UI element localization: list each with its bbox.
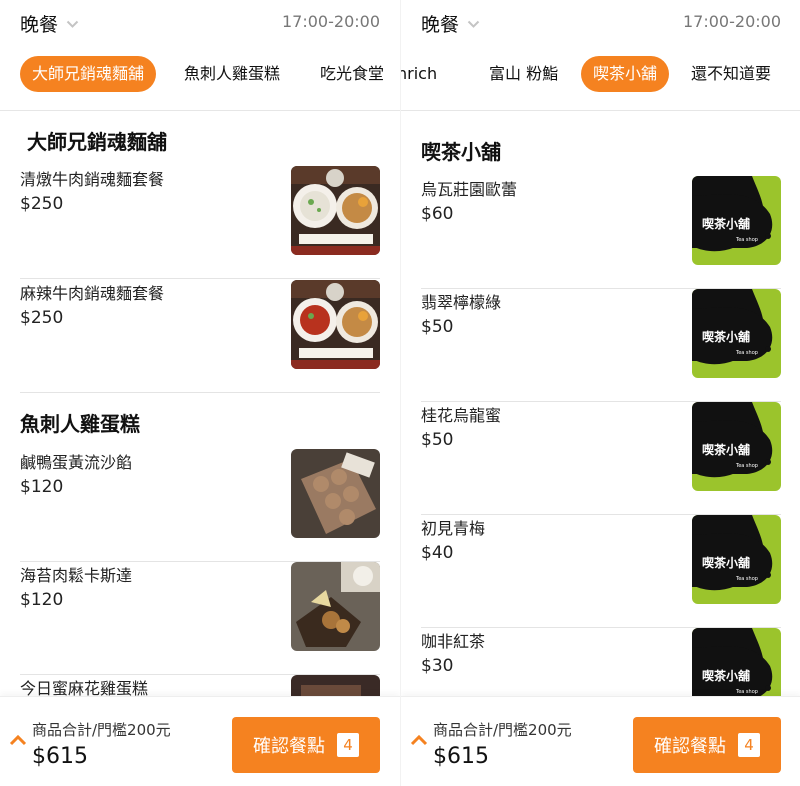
menu-list[interactable]: 大師兄銷魂麵舖 清燉牛肉銷魂麵套餐 $250 麻辣牛肉銷魂麵套餐 $250 魚刺… (0, 112, 400, 696)
svg-text:喫茶小舖: 喫茶小舖 (702, 329, 750, 344)
menu-item[interactable]: 鹹鴨蛋黃流沙餡 $120 (20, 449, 380, 562)
svg-text:喫茶小舖: 喫茶小舖 (702, 216, 750, 231)
tab-yucireng[interactable]: 魚刺人雞蛋糕 (184, 56, 280, 92)
time-range: 17:00-20:00 (683, 12, 781, 31)
item-name: 翡翠檸檬綠 (421, 293, 502, 312)
item-name: 桂花烏龍蜜 (421, 406, 502, 425)
item-count-badge: 4 (738, 733, 760, 757)
order-total: $615 (32, 744, 88, 769)
spicy-beef-noodle-set-photo (291, 280, 380, 369)
svg-text:Tea shop: Tea shop (735, 237, 758, 243)
menu-item[interactable]: 咖非紅茶 $30 喫茶小舖 Tea shop (421, 628, 781, 696)
meal-selector[interactable]: 晚餐 (421, 10, 480, 37)
svg-text:Tea shop: Tea shop (735, 463, 758, 469)
svg-text:Tea shop: Tea shop (735, 576, 758, 582)
item-price: $30 (421, 656, 454, 676)
item-price: $50 (421, 317, 454, 337)
item-price: $250 (20, 194, 64, 214)
tea-shop-logo: 喫茶小舖 Tea shop (692, 402, 781, 491)
chevron-down-icon (467, 20, 480, 28)
item-name: 麻辣牛肉銷魂麵套餐 (20, 284, 165, 303)
tabs-divider (401, 110, 800, 111)
item-price: $120 (20, 477, 64, 497)
tab-tea-shop[interactable]: 喫茶小舖 (581, 56, 670, 92)
vendor-tabs: nrich 富山 粉鮨 喫茶小舖 還不知道要 (401, 56, 800, 92)
tab-chiguang[interactable]: 吃光食堂 (320, 56, 384, 92)
item-price: $250 (20, 308, 64, 328)
svg-text:喫茶小舖: 喫茶小舖 (702, 668, 750, 683)
menu-item[interactable]: 麻辣牛肉銷魂麵套餐 $250 (20, 280, 380, 393)
tea-shop-logo: 喫茶小舖 Tea shop (692, 176, 781, 265)
item-price: $40 (421, 543, 454, 563)
egg-waffle-photo (291, 449, 380, 538)
item-price: $50 (421, 430, 454, 450)
subtotal-label: 商品合計/門檻200元 (32, 721, 171, 739)
menu-list[interactable]: 喫茶小舖 烏瓦莊園歐蕾 $60 喫茶小舖 Tea shop 翡翠檸檬綠 $50 喫… (401, 112, 800, 696)
menu-item[interactable]: 翡翠檸檬綠 $50 喫茶小舖 Tea shop (421, 289, 781, 402)
confirm-label: 確認餐點 (253, 736, 325, 757)
chevron-down-icon (66, 20, 79, 28)
confirm-order-button[interactable]: 確認餐點 4 (633, 717, 781, 773)
meal-label: 晚餐 (421, 14, 460, 36)
item-name: 今日蜜麻花雞蛋糕 (20, 679, 149, 696)
meal-label: 晚餐 (20, 14, 59, 36)
top-bar: 晚餐 17:00-20:00 (401, 0, 800, 44)
vendor-tabs: 大師兄銷魂麵舖 魚刺人雞蛋糕 吃光食堂 (0, 56, 400, 92)
item-name: 初見青梅 (421, 519, 486, 538)
svg-text:Tea shop: Tea shop (735, 689, 758, 695)
chevron-up-icon[interactable] (410, 734, 428, 746)
section-title: 喫茶小舖 (421, 140, 501, 164)
top-bar: 晚餐 17:00-20:00 (0, 0, 400, 44)
tab-fushan[interactable]: 富山 粉鮨 (489, 56, 558, 92)
svg-text:喫茶小舖: 喫茶小舖 (702, 442, 750, 457)
menu-item[interactable]: 桂花烏龍蜜 $50 喫茶小舖 Tea shop (421, 402, 781, 515)
order-total: $615 (433, 744, 489, 769)
section-title: 大師兄銷魂麵舖 (27, 130, 167, 154)
item-price: $60 (421, 204, 454, 224)
confirm-order-button[interactable]: 確認餐點 4 (232, 717, 380, 773)
svg-text:Tea shop: Tea shop (735, 350, 758, 356)
menu-item[interactable]: 烏瓦莊園歐蕾 $60 喫茶小舖 Tea shop (421, 176, 781, 289)
chevron-up-icon[interactable] (9, 734, 27, 746)
item-name: 鹹鴨蛋黃流沙餡 (20, 453, 133, 472)
order-footer: 商品合計/門檻200元 $615 確認餐點 4 (0, 696, 400, 786)
menu-item[interactable]: 清燉牛肉銷魂麵套餐 $250 (20, 166, 380, 279)
tea-shop-logo: 喫茶小舖 Tea shop (692, 289, 781, 378)
tab-dashixiong[interactable]: 大師兄銷魂麵舖 (20, 56, 157, 92)
item-name: 海苔肉鬆卡斯達 (20, 566, 133, 585)
tabs-divider (0, 110, 400, 111)
menu-panel-right: 晚餐 17:00-20:00 nrich 富山 粉鮨 喫茶小舖 還不知道要 喫茶… (400, 0, 800, 786)
subtotal-label: 商品合計/門檻200元 (433, 721, 572, 739)
tab-undecided[interactable]: 還不知道要 (691, 56, 771, 92)
meal-selector[interactable]: 晚餐 (20, 10, 79, 37)
order-footer: 商品合計/門檻200元 $615 確認餐點 4 (401, 696, 800, 786)
time-range: 17:00-20:00 (282, 12, 380, 31)
tea-shop-logo: 喫茶小舖 Tea shop (692, 515, 781, 604)
tab-nrich[interactable]: nrich (401, 56, 437, 92)
item-price: $120 (20, 590, 64, 610)
honey-twist-cake-photo (291, 675, 380, 696)
clear-broth-noodle-set-photo (291, 166, 380, 255)
menu-item[interactable]: 初見青梅 $40 喫茶小舖 Tea shop (421, 515, 781, 628)
menu-item[interactable]: 海苔肉鬆卡斯達 $120 (20, 562, 380, 675)
svg-text:喫茶小舖: 喫茶小舖 (702, 555, 750, 570)
tea-shop-logo: 喫茶小舖 Tea shop (692, 628, 781, 696)
confirm-label: 確認餐點 (654, 736, 726, 757)
item-name: 清燉牛肉銷魂麵套餐 (20, 170, 165, 189)
item-name: 烏瓦莊園歐蕾 (421, 180, 518, 199)
seaweed-floss-custard-photo (291, 562, 380, 651)
item-name: 咖非紅茶 (421, 632, 486, 651)
menu-panel-left: 晚餐 17:00-20:00 大師兄銷魂麵舖 魚刺人雞蛋糕 吃光食堂 大師兄銷魂… (0, 0, 400, 786)
menu-item[interactable]: 今日蜜麻花雞蛋糕 (20, 675, 380, 696)
item-count-badge: 4 (337, 733, 359, 757)
section-title: 魚刺人雞蛋糕 (20, 412, 140, 436)
